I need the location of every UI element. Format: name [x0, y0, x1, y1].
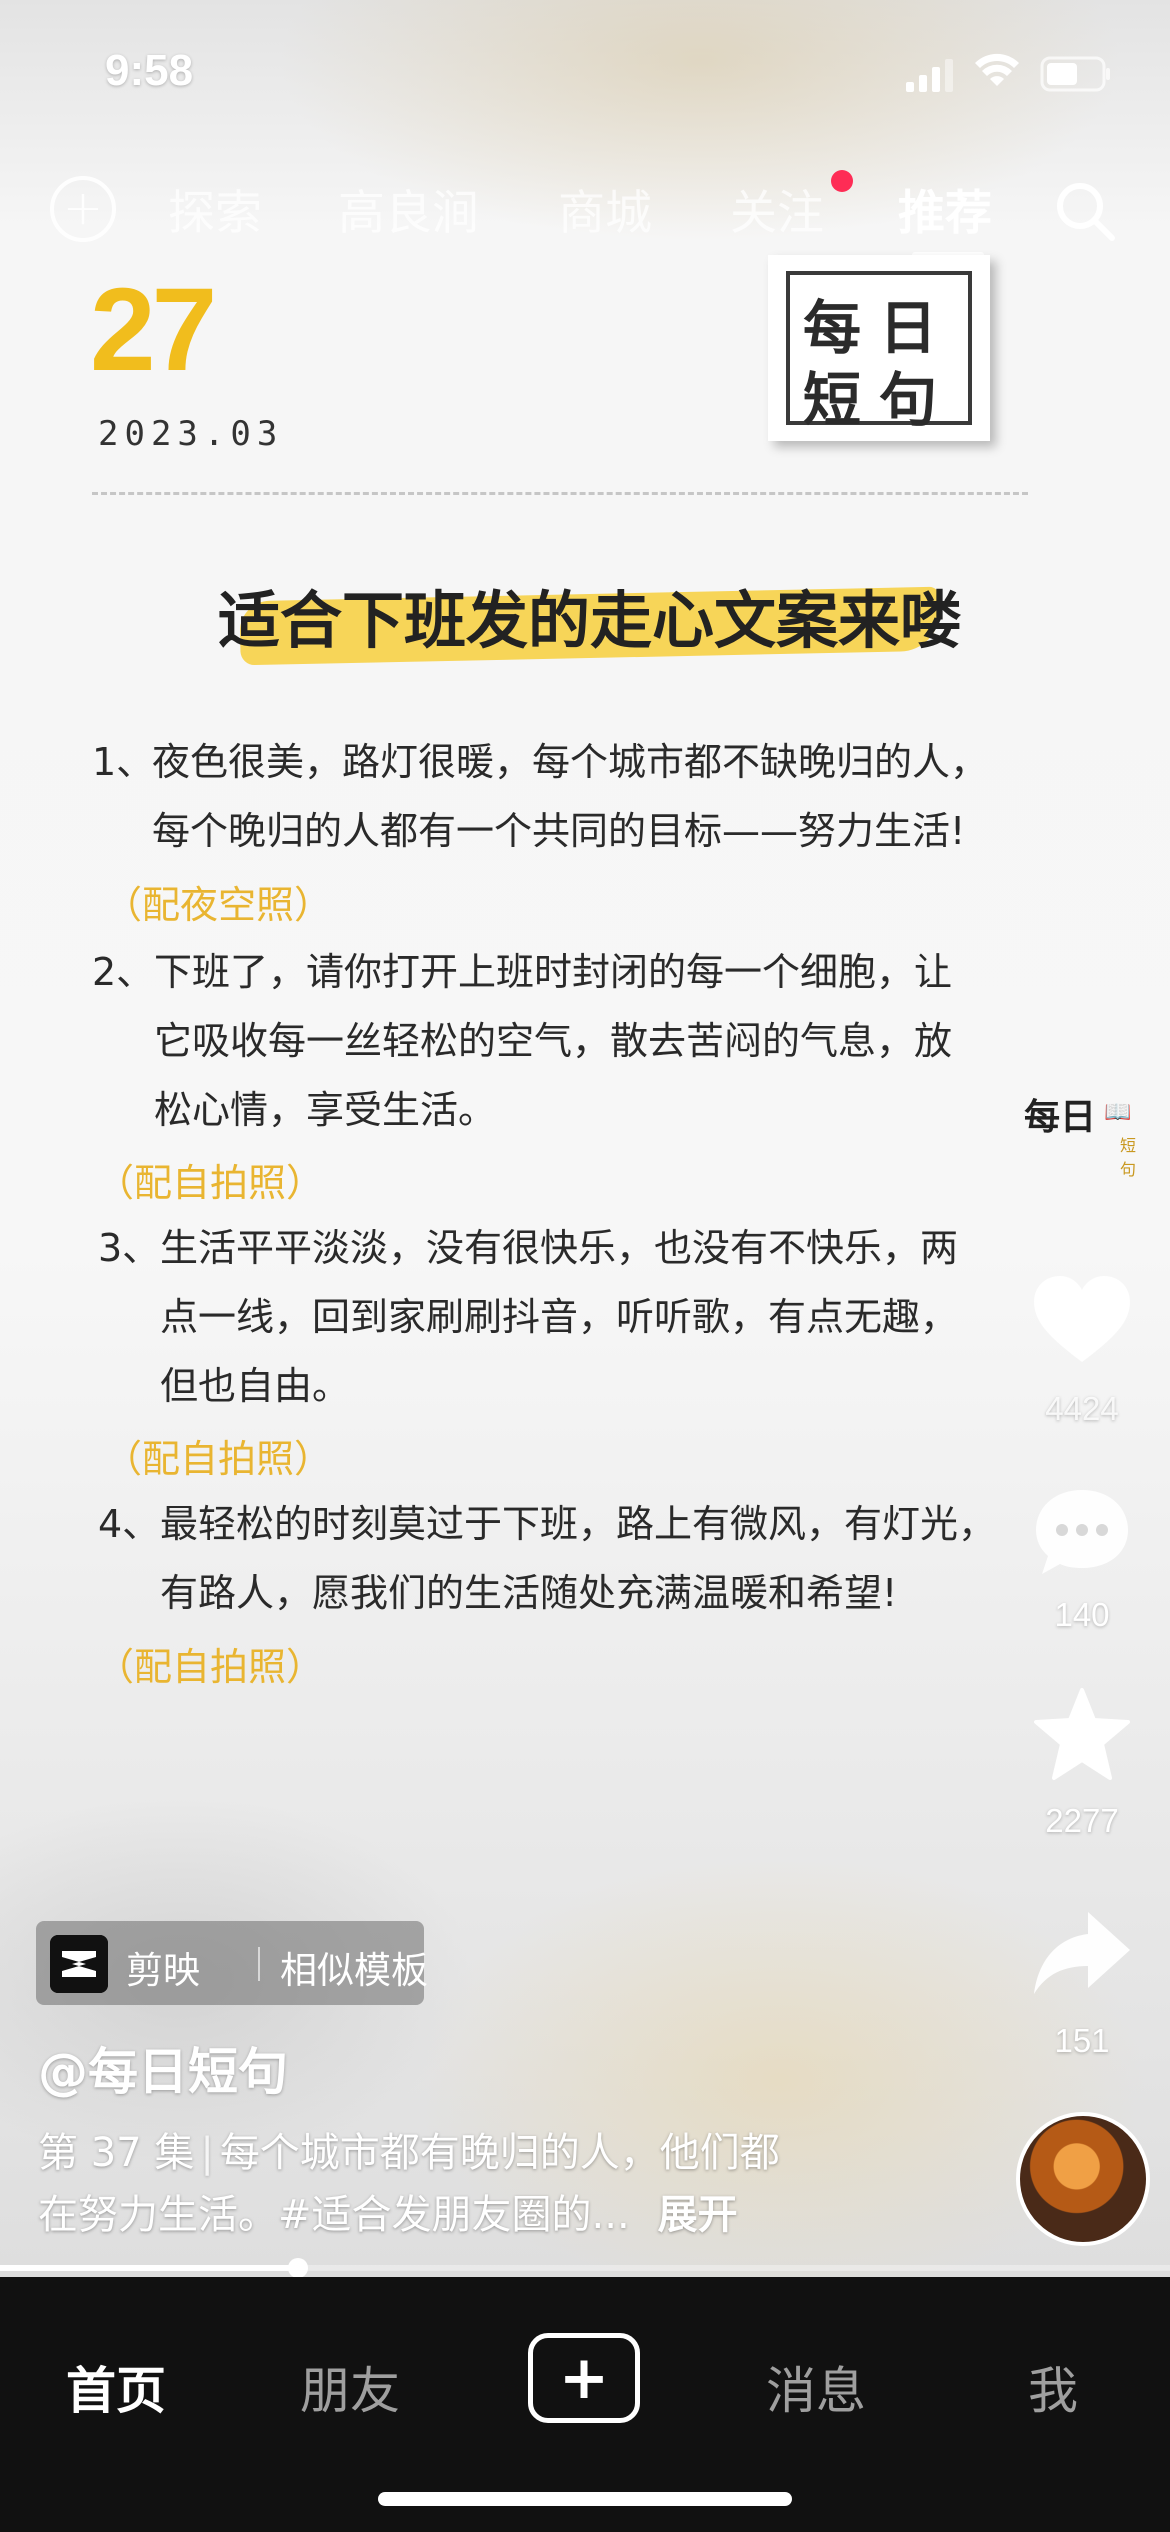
item-line: 最轻松的时刻莫过于下班，路上有微风，有灯光， — [160, 1502, 997, 1546]
divider — [92, 492, 1028, 495]
brand-watermark-sub: 短句 — [1120, 1136, 1137, 1179]
item-note: （配自拍照） — [96, 1161, 325, 1205]
item-line: 夜色很美，路灯很暖，每个城市都不缺晚归的人， — [152, 740, 989, 784]
author-avatar[interactable] — [1016, 2112, 1150, 2246]
item-line: 但也自由。 — [160, 1364, 351, 1408]
item-number: 2、 — [92, 950, 155, 994]
top-nav: + 探索 高良涧 商城 关注 推荐 — [0, 160, 1170, 258]
capcut-action-label: 相似模板 — [280, 1949, 428, 1992]
item-line: 松心情，享受生活。 — [154, 1088, 497, 1132]
like-count: 4424 — [1045, 1390, 1119, 1427]
item-note: （配自拍照） — [104, 1437, 333, 1481]
bottom-tab-bar: 首页 朋友 + 消息 我 — [0, 2277, 1170, 2532]
tab-recommend[interactable]: 推荐 — [898, 174, 992, 243]
comment-count: 140 — [1054, 1596, 1110, 1633]
heart-icon[interactable] — [1030, 1272, 1134, 1368]
video-description: 第 37 集 | 每个城市都有晚归的人，他们都 在努力生活。#适合发朋友圈的... 展… — [38, 2122, 918, 2246]
capcut-app-label: 剪映 — [126, 1949, 200, 1992]
item-number: 1、 — [92, 740, 155, 784]
item-note: （配自拍照） — [96, 1645, 325, 1689]
brand-watermark: 每日 📖 短句 — [1024, 1088, 1144, 1179]
plus-icon: + — [558, 2343, 610, 2413]
video-progress[interactable] — [0, 2258, 1170, 2278]
headline: 适合下班发的走心文案来喽 — [217, 584, 962, 657]
list-item: 2、 下班了，请你打开上班时封闭的每一个细胞，让 它吸收每一丝轻松的空气，散去苦… — [92, 938, 952, 1145]
favorite-count: 2277 — [1045, 1802, 1119, 1839]
search-icon[interactable] — [1052, 178, 1118, 244]
book-icon: 📖 — [1104, 1100, 1132, 1125]
item-line: 下班了，请你打开上班时封闭的每一个细胞，让 — [154, 950, 953, 994]
list-item: 4、 最轻松的时刻莫过于下班，路上有微风，有灯光， 有路人，愿我们的生活随处充满… — [98, 1490, 996, 1628]
share-count: 151 — [1054, 2022, 1110, 2059]
date-month: 2023.03 — [98, 414, 284, 454]
tab-messages[interactable]: 消息 — [766, 2351, 866, 2423]
comment-icon[interactable] — [1030, 1484, 1134, 1580]
star-icon[interactable] — [1030, 1686, 1134, 1782]
add-circle-icon[interactable]: + — [50, 176, 116, 242]
battery-icon — [1040, 56, 1110, 92]
capcut-logo-icon — [50, 1935, 108, 1993]
item-line: 点一线，回到家刷刷抖音，听听歌，有点无趣， — [160, 1295, 959, 1339]
description-line2: 在努力生活。#适合发朋友圈的... — [38, 2192, 630, 2238]
item-line: 它吸收每一丝轻松的空气，散去苦闷的气息，放 — [154, 1019, 953, 1063]
create-button[interactable]: + — [528, 2333, 640, 2423]
item-number: 3、 — [98, 1226, 161, 1270]
tab-following[interactable]: 关注 — [730, 174, 824, 243]
tab-local[interactable]: 高良涧 — [338, 174, 479, 243]
brand-watermark-title: 每日 — [1024, 1096, 1097, 1138]
headline-block: 适合下班发的走心文案来喽 — [190, 560, 990, 670]
tab-mall[interactable]: 商城 — [558, 174, 652, 243]
signal-icon — [906, 59, 953, 92]
progress-fill — [0, 2265, 299, 2271]
tab-explore[interactable]: 探索 — [168, 174, 262, 243]
status-time: 9:58 — [105, 46, 194, 95]
description-line1: 每个城市都有晚归的人，他们都 — [219, 2130, 780, 2176]
capcut-separator — [258, 1947, 260, 1981]
share-icon[interactable] — [1030, 1906, 1134, 2002]
episode-separator: | — [200, 2130, 214, 2176]
list-item: 1、 夜色很美，路灯很暖，每个城市都不缺晚归的人， 每个晚归的人都有一个共同的目… — [92, 728, 988, 866]
item-number: 4、 — [98, 1502, 161, 1546]
item-line: 生活平平淡淡，没有很快乐，也没有不快乐，两 — [160, 1226, 959, 1270]
notification-dot — [831, 170, 853, 192]
tab-friends[interactable]: 朋友 — [300, 2351, 400, 2423]
item-line: 有路人，愿我们的生活随处充满温暖和希望! — [160, 1571, 898, 1615]
wifi-icon — [975, 53, 1019, 86]
list-item: 3、 生活平平淡淡，没有很快乐，也没有不快乐，两 点一线，回到家刷刷抖音，听听歌… — [98, 1214, 958, 1421]
date-day: 27 — [90, 264, 217, 396]
status-bar: 9:58 — [0, 0, 1170, 150]
author-name[interactable]: @每日短句 — [38, 2032, 288, 2104]
home-indicator — [378, 2492, 792, 2506]
brand-logo: 每日 短句 — [768, 255, 990, 441]
capcut-template-tag[interactable]: 剪映 相似模板 — [36, 1921, 428, 2005]
item-line: 每个晚归的人都有一个共同的目标——努力生活! — [152, 809, 966, 853]
brand-logo-line2: 短句 — [802, 366, 955, 434]
expand-button[interactable]: 展开 — [658, 2192, 738, 2238]
tab-home[interactable]: 首页 — [66, 2351, 166, 2423]
episode-label[interactable]: 第 37 集 — [38, 2130, 194, 2176]
tab-me[interactable]: 我 — [1028, 2351, 1078, 2423]
item-note: （配夜空照） — [104, 883, 333, 927]
